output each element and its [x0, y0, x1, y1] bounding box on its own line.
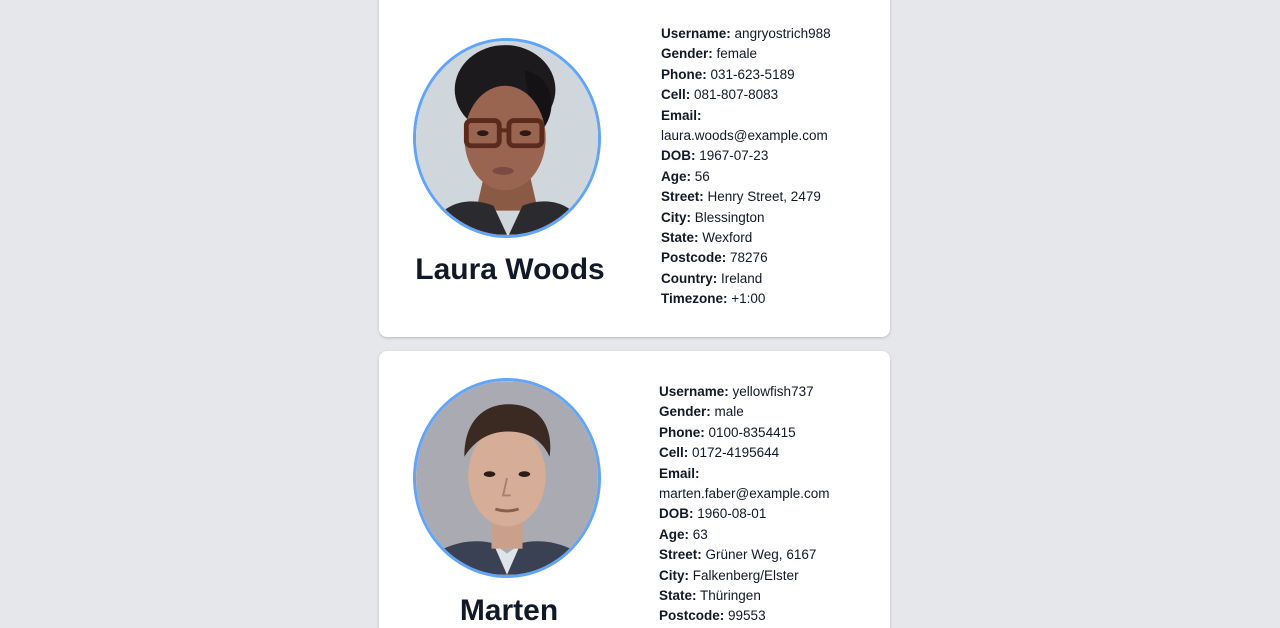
- phone-value: 0100-8354415: [708, 424, 796, 440]
- timezone-value: +1:00: [731, 291, 766, 307]
- dob-value: 1960-08-01: [697, 506, 767, 522]
- postcode-label: Postcode:: [661, 250, 727, 266]
- cell-label: Cell:: [661, 87, 691, 103]
- city-row: City: Blessington: [661, 208, 841, 228]
- city-row: City: Falkenberg/Elster: [659, 566, 839, 586]
- username-row: Username: angryostrich988: [661, 24, 841, 44]
- dob-row: DOB: 1960-08-01: [659, 504, 839, 524]
- timezone-label: Timezone:: [661, 291, 728, 307]
- username-value: yellowfish737: [732, 384, 814, 399]
- gender-label: Gender:: [661, 46, 713, 62]
- gender-value: female: [716, 46, 758, 62]
- street-value: Grüner Weg, 6167: [705, 547, 817, 563]
- cell-value: 081-807-8083: [694, 87, 779, 103]
- state-label: State:: [659, 588, 697, 604]
- avatar: [413, 38, 601, 238]
- email-value: laura.woods@example.com: [661, 128, 828, 144]
- state-row: State: Thüringen: [659, 586, 839, 606]
- phone-row: Phone: 031-623-5189: [661, 65, 841, 85]
- age-value: 63: [692, 526, 708, 542]
- profile-card: Marten Username: yellowfish737 Gender: m…: [379, 351, 890, 628]
- dob-value: 1967-07-23: [699, 148, 769, 164]
- username-value: angryostrich988: [734, 26, 831, 41]
- postcode-row: Postcode: 78276: [661, 248, 841, 268]
- age-row: Age: 63: [659, 525, 839, 545]
- profile-name: Laura Woods: [415, 253, 605, 286]
- city-label: City:: [661, 209, 691, 225]
- age-row: Age: 56: [661, 167, 841, 187]
- country-value: Ireland: [721, 270, 763, 286]
- street-label: Street:: [661, 189, 704, 205]
- username-label: Username:: [659, 384, 729, 399]
- street-label: Street:: [659, 547, 702, 563]
- gender-value: male: [714, 404, 744, 420]
- profile-name: Marten: [459, 594, 559, 627]
- phone-value: 031-623-5189: [710, 66, 795, 82]
- email-label: Email:: [661, 107, 702, 123]
- state-label: State:: [661, 230, 699, 246]
- gender-label: Gender:: [659, 404, 711, 420]
- postcode-value: 99553: [728, 608, 766, 624]
- cell-row: Cell: 0172-4195644: [659, 443, 839, 463]
- dob-label: DOB:: [661, 148, 696, 164]
- postcode-label: Postcode:: [659, 608, 725, 624]
- state-value: Thüringen: [700, 588, 761, 604]
- cell-row: Cell: 081-807-8083: [661, 85, 841, 105]
- age-label: Age:: [659, 526, 689, 542]
- username-label: Username:: [661, 26, 731, 41]
- cell-value: 0172-4195644: [692, 445, 780, 461]
- country-label: Country:: [661, 270, 718, 286]
- email-value: marten.faber@example.com: [659, 486, 830, 502]
- street-row: Street: Grüner Weg, 6167: [659, 545, 839, 565]
- phone-label: Phone:: [661, 66, 707, 82]
- state-value: Wexford: [702, 230, 753, 246]
- email-row: Email: laura.woods@example.com: [661, 106, 841, 147]
- city-label: City:: [659, 567, 689, 583]
- postcode-value: 78276: [730, 250, 768, 266]
- street-value: Henry Street, 2479: [707, 189, 821, 205]
- dob-row: DOB: 1967-07-23: [661, 146, 841, 166]
- email-row: Email: marten.faber@example.com: [659, 464, 839, 505]
- country-row: Country: Ireland: [661, 269, 841, 289]
- postcode-row: Postcode: 99553: [659, 606, 839, 626]
- gender-row: Gender: female: [661, 44, 841, 64]
- timezone-row: Timezone: +1:00: [661, 289, 841, 309]
- profile-details: Username: angryostrich988 Gender: female…: [661, 24, 841, 310]
- street-row: Street: Henry Street, 2479: [661, 187, 841, 207]
- dob-label: DOB:: [659, 506, 694, 522]
- person-portrait-icon: [416, 41, 598, 235]
- cell-label: Cell:: [659, 445, 689, 461]
- city-value: Blessington: [694, 209, 765, 225]
- age-label: Age:: [661, 168, 691, 184]
- city-value: Falkenberg/Elster: [692, 567, 799, 583]
- email-label: Email:: [659, 465, 700, 481]
- profile-card: Laura Woods Username: angryostrich988 Ge…: [379, 0, 890, 337]
- phone-label: Phone:: [659, 424, 705, 440]
- profile-details: Username: yellowfish737 Gender: male Pho…: [659, 382, 839, 627]
- state-row: State: Wexford: [661, 228, 841, 248]
- avatar: [413, 378, 601, 578]
- profiles-list: Laura Woods Username: angryostrich988 Ge…: [0, 0, 1280, 628]
- gender-row: Gender: male: [659, 402, 839, 422]
- age-value: 56: [694, 168, 710, 184]
- username-row: Username: yellowfish737: [659, 382, 839, 402]
- phone-row: Phone: 0100-8354415: [659, 423, 839, 443]
- person-portrait-icon: [416, 381, 598, 575]
